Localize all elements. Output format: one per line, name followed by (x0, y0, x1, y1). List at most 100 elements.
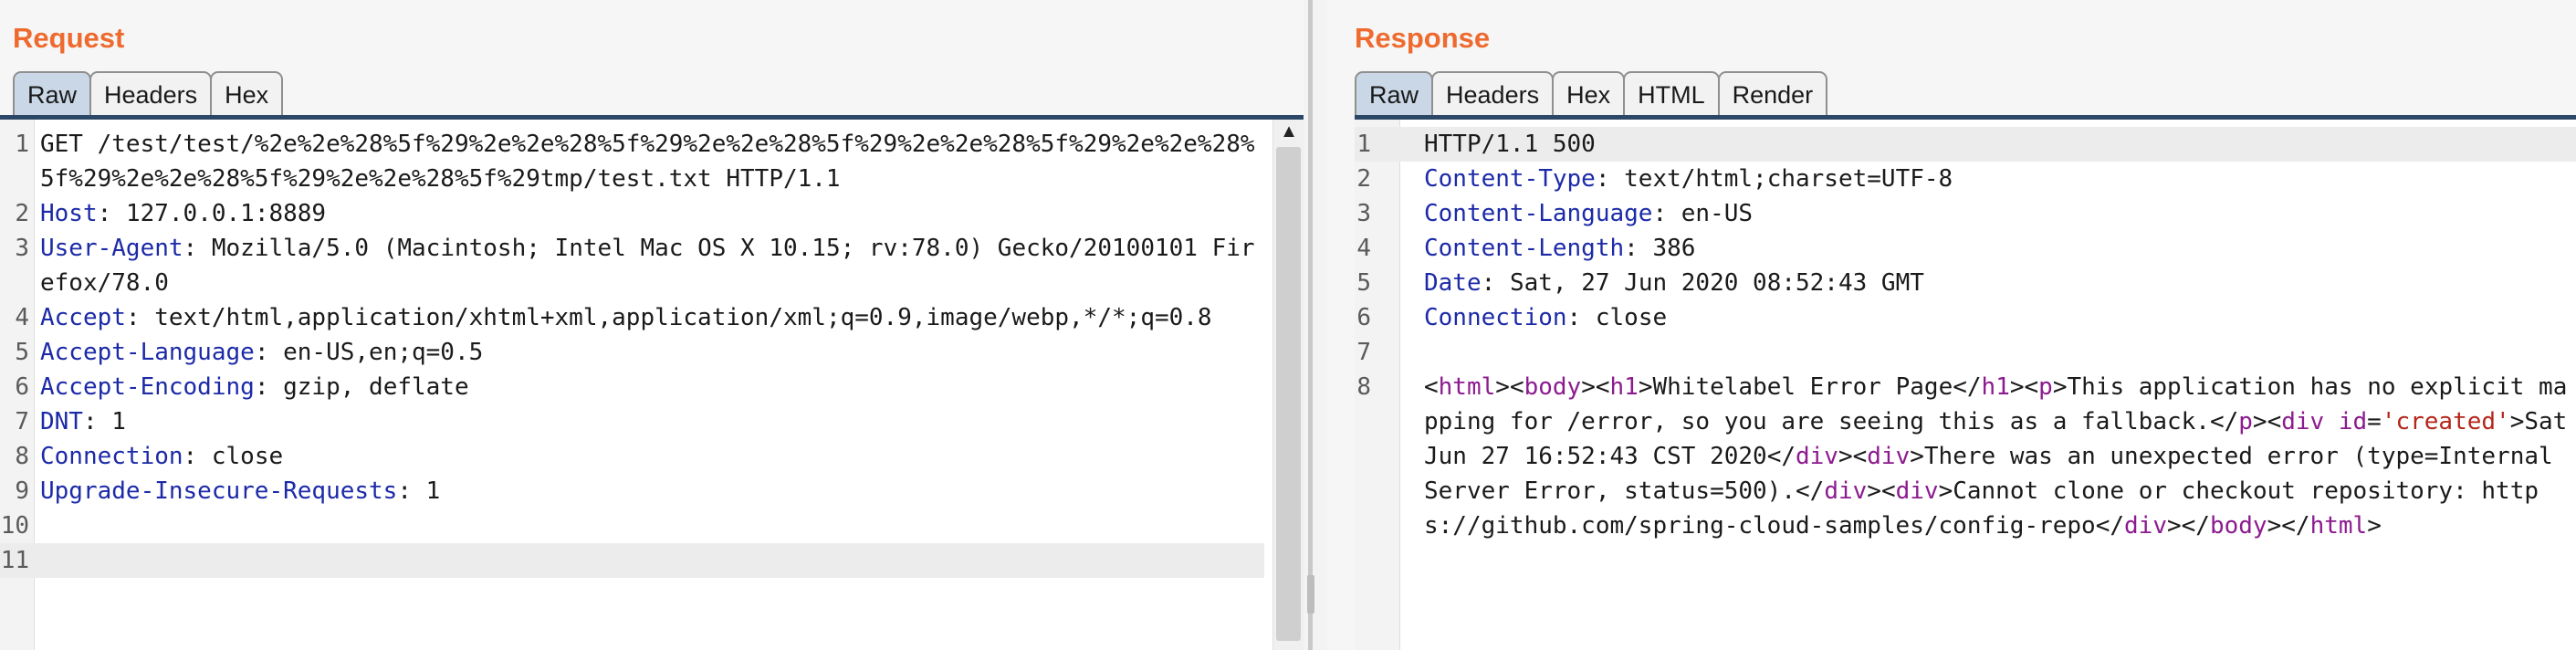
header-key: Date (1424, 269, 1482, 297)
line-text: Upgrade-Insecure-Requests: 1 (40, 477, 441, 505)
line-number: 8 (15, 443, 29, 470)
header-key: Host (40, 200, 98, 227)
html-tag-name: h1 (1609, 373, 1639, 401)
header-key: DNT (40, 408, 83, 435)
header-value: Mozilla/5.0 (Macintosh; Intel Mac OS X 1… (40, 235, 1255, 297)
html-tag-name: div (1867, 443, 1911, 470)
header-value: en-US,en;q=0.5 (283, 339, 484, 366)
splitter-grip[interactable] (1307, 575, 1314, 613)
scroll-up-arrow-icon[interactable]: ▲ (1273, 121, 1304, 142)
html-tag-name: p (2238, 408, 2253, 435)
request-panel: Request Raw Headers Hex 1 GET /test/test/… (0, 0, 1304, 650)
request-tab-headers[interactable]: Headers (89, 71, 213, 117)
code-line: 3 Content-Language: en-US (1355, 196, 2576, 231)
line-text (1424, 335, 2576, 370)
line-number: 4 (15, 304, 29, 331)
response-body-html: <html><body><h1>Whitelabel Error Page</h… (1424, 373, 2568, 540)
header-value: 1 (111, 408, 126, 435)
request-code[interactable]: 1 GET /test/test/%2e%2e%28%5f%29%2e%2e%28… (0, 127, 1264, 578)
html-tag-name: div (2124, 512, 2167, 540)
line-text: Content-Type: text/html;charset=UTF-8 (1424, 165, 1953, 193)
line-number: 1 (1356, 131, 1371, 158)
header-key: Upgrade-Insecure-Requests (40, 477, 398, 505)
request-editor[interactable]: 1 GET /test/test/%2e%2e%28%5f%29%2e%2e%28… (0, 120, 1304, 650)
header-value: 127.0.0.1:8889 (125, 200, 327, 227)
header-value: 386 (1652, 235, 1696, 262)
html-tag-name: html (1438, 373, 1496, 401)
line-text: Host: 127.0.0.1:8889 (40, 200, 327, 227)
header-key: Content-Language (1424, 200, 1653, 227)
response-tab-html[interactable]: HTML (1623, 71, 1720, 117)
code-line: 5 Date: Sat, 27 Jun 2020 08:52:43 GMT (1355, 266, 2576, 300)
line-number: 2 (1356, 165, 1371, 193)
line-value: GET /test/test/%2e%2e%28%5f%29%2e%2e%28%… (40, 131, 1255, 193)
response-tabs: Raw Headers Hex HTML Render (1355, 71, 1828, 117)
request-tab-raw[interactable]: Raw (13, 71, 92, 117)
line-text: Connection: close (1424, 304, 1668, 331)
response-panel: Response Raw Headers Hex HTML Render 1 HT… (1327, 0, 2576, 650)
line-number: 5 (15, 339, 29, 366)
code-line: 6 Connection: close (1355, 300, 2576, 335)
line-text: Accept: text/html,application/xhtml+xml,… (40, 304, 1212, 331)
request-tab-hex[interactable]: Hex (210, 71, 284, 117)
line-text: Date: Sat, 27 Jun 2020 08:52:43 GMT (1424, 269, 1924, 297)
code-line: 1 HTTP/1.1 500 (1355, 127, 2576, 162)
response-code[interactable]: 1 HTTP/1.1 500 2 Content-Type: text/html;ch… (1355, 127, 2576, 543)
line-value: HTTP/1.1 500 (1424, 131, 1596, 158)
line-number: 6 (1356, 304, 1371, 331)
line-text: Accept-Encoding: gzip, deflate (40, 373, 469, 401)
line-number: 11 (0, 547, 29, 574)
header-key: Content-Type (1424, 165, 1596, 193)
line-text (40, 543, 1264, 578)
response-tab-headers[interactable]: Headers (1431, 71, 1555, 117)
splitter-line (1308, 0, 1313, 650)
code-line: 6 Accept-Encoding: gzip, deflate (0, 370, 1264, 404)
line-number: 5 (1356, 269, 1371, 297)
header-key: Connection (40, 443, 183, 470)
line-text: Content-Length: 386 (1424, 235, 1696, 262)
html-tag-name: div (2281, 408, 2325, 435)
header-key: User-Agent (40, 235, 183, 262)
line-value (40, 512, 55, 540)
line-text: Connection: close (40, 443, 284, 470)
code-line: 4 Accept: text/html,application/xhtml+xml… (0, 300, 1264, 335)
line-number: 2 (15, 200, 29, 227)
html-tag-name: html (2309, 512, 2368, 540)
line-number: 3 (1356, 200, 1371, 227)
line-text: GET /test/test/%2e%2e%28%5f%29%2e%2e%28%… (40, 127, 1264, 196)
code-line: 9 Upgrade-Insecure-Requests: 1 (0, 474, 1264, 508)
header-value: en-US (1681, 200, 1754, 227)
request-scroll-thumb[interactable] (1276, 147, 1301, 641)
pane-splitter[interactable] (1304, 0, 1327, 650)
line-text: DNT: 1 (40, 408, 126, 435)
html-tag-name: body (1524, 373, 1582, 401)
html-tag-name: div (1796, 443, 1838, 470)
response-editor[interactable]: 1 HTTP/1.1 500 2 Content-Type: text/html;ch… (1355, 120, 2576, 650)
response-title: Response (1355, 22, 1491, 54)
request-tabs: Raw Headers Hex (13, 71, 284, 117)
line-text: Content-Language: en-US (1424, 200, 1754, 227)
line-number: 9 (15, 477, 29, 505)
html-tag-name: div (1895, 477, 1939, 505)
header-key: Accept-Encoding (40, 373, 255, 401)
line-number: 7 (15, 408, 29, 435)
html-tag-name: h1 (1981, 373, 2010, 401)
line-number: 1 (15, 131, 29, 158)
response-tab-hex[interactable]: Hex (1552, 71, 1626, 117)
header-key: Accept (40, 304, 126, 331)
line-number: 3 (15, 235, 29, 262)
header-value: close (211, 443, 284, 470)
code-line: 8 Connection: close (0, 439, 1264, 474)
line-text (40, 508, 1264, 543)
response-tab-raw[interactable]: Raw (1355, 71, 1434, 117)
code-line: 7 (1355, 335, 2576, 370)
response-tab-render[interactable]: Render (1717, 71, 1828, 117)
line-number: 4 (1356, 235, 1371, 262)
header-key: Connection (1424, 304, 1567, 331)
code-line: 8 <html><body><h1>Whitelabel Error Page</… (1355, 370, 2576, 543)
html-tag-name: body (2209, 512, 2267, 540)
line-text: HTTP/1.1 500 (1424, 127, 2576, 162)
code-line: 2 Content-Type: text/html;charset=UTF-8 (1355, 162, 2576, 196)
request-scrollbar[interactable]: ▲ (1272, 120, 1304, 650)
code-line: 3 User-Agent: Mozilla/5.0 (Macintosh; Int… (0, 231, 1264, 300)
